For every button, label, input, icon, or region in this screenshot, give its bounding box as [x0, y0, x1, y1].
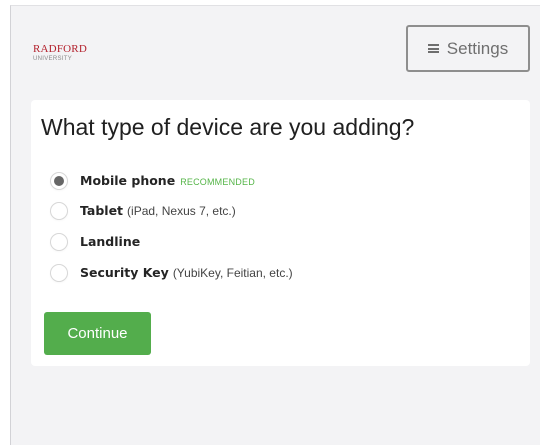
- option-mobile-phone[interactable]: Mobile phone RECOMMENDED: [50, 170, 255, 192]
- mobile-phone-text: Mobile phone RECOMMENDED: [80, 172, 255, 188]
- hamburger-line-top: [427, 44, 439, 46]
- security-key-label: Security Key: [80, 264, 169, 280]
- tablet-text: Tablet (iPad, Nexus 7, etc.): [80, 202, 236, 218]
- settings-button[interactable]: Settings: [406, 25, 530, 72]
- logo-subtitle: UNIVERSITY: [33, 56, 73, 62]
- landline-text: Landline: [80, 233, 141, 249]
- tablet-description: (iPad, Nexus 7, etc.): [127, 203, 236, 218]
- top-bar: RADFORD UNIVERSITY Settings: [11, 6, 540, 98]
- page-title: What type of device are you adding?: [41, 114, 415, 140]
- security-key-text: Security Key (YubiKey, Feitian, etc.): [80, 264, 293, 280]
- hamburger-line-bottom: [427, 51, 439, 53]
- mobile-phone-label: Mobile phone: [80, 172, 176, 188]
- hamburger-menu-icon: [427, 44, 439, 53]
- option-security-key[interactable]: Security Key (YubiKey, Feitian, etc.): [50, 262, 293, 284]
- page-background: RADFORD UNIVERSITY Settings What type of…: [10, 5, 540, 445]
- radford-university-logo: RADFORD UNIVERSITY: [33, 43, 87, 63]
- screen-frame: RADFORD UNIVERSITY Settings What type of…: [0, 0, 540, 445]
- landline-label: Landline: [80, 233, 141, 249]
- recommended-badge: RECOMMENDED: [180, 176, 255, 187]
- tablet-label: Tablet: [80, 202, 124, 218]
- security-key-description: (YubiKey, Feitian, etc.): [172, 265, 293, 280]
- option-landline[interactable]: Landline: [50, 231, 140, 253]
- option-tablet[interactable]: Tablet (iPad, Nexus 7, etc.): [50, 200, 236, 222]
- hamburger-line-middle: [427, 47, 439, 50]
- logo-name: RADFORD: [33, 43, 87, 55]
- landline-radio[interactable]: [50, 233, 68, 251]
- security-key-radio[interactable]: [50, 264, 68, 282]
- settings-label: Settings: [446, 38, 509, 58]
- device-type-card: What type of device are you adding? Mobi…: [31, 100, 530, 366]
- continue-button[interactable]: Continue: [44, 312, 151, 355]
- tablet-radio[interactable]: [50, 202, 68, 220]
- mobile-phone-radio[interactable]: [50, 172, 68, 190]
